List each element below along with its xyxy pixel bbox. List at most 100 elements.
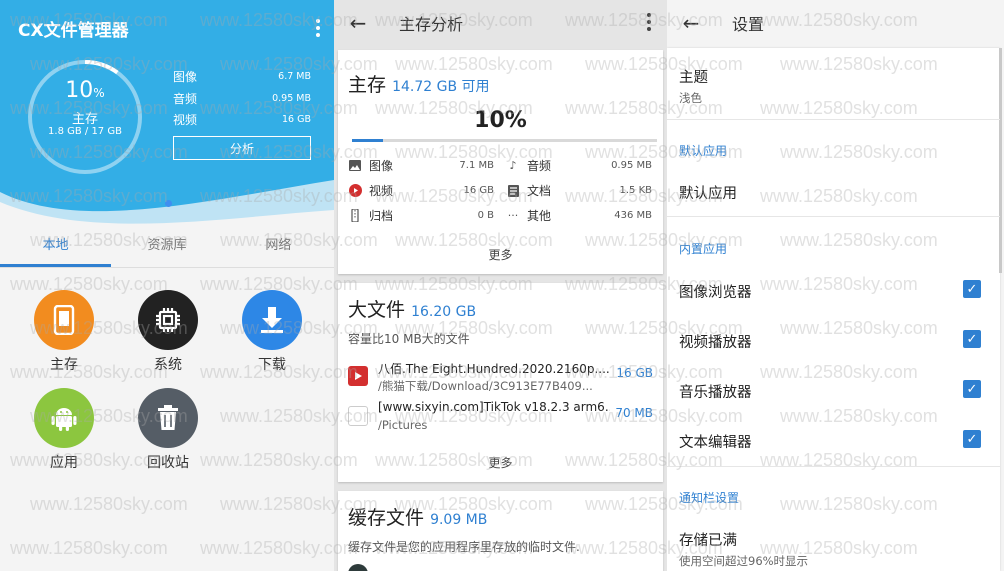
storage-label: 主存 [71,112,98,127]
setting-title: 文本编辑器 [679,435,752,451]
storage-percent: 10% [65,78,105,103]
setting-default-apps[interactable]: 默认应用 [679,182,989,203]
app-icon [348,564,368,571]
grid-item-main-storage[interactable]: 主存 [24,290,104,374]
blank-file-icon [348,406,368,426]
file-size: 70 MB [615,406,653,420]
analysis-toolbar: ← 主存分析 [346,0,666,46]
category-audio[interactable]: ♪ 音频 0.95 MB [506,157,652,174]
setting-music-player[interactable]: 音乐播放器 [679,381,989,402]
cache-subtitle: 缓存文件是您的应用程序里存放的临时文件. [348,540,580,554]
section-builtin-apps: 内置应用 [679,242,728,256]
setting-value: 浅色 [679,91,702,105]
grid-label: 回收站 [147,455,189,471]
file-path: /Pictures [378,418,428,432]
image-viewer-checkbox[interactable]: ✓ [963,280,981,298]
scrollbar[interactable] [999,48,1002,273]
storage-card-title: 主存 14.72 GB 可用 [348,74,490,96]
setting-video-player[interactable]: 视频播放器 [679,331,989,352]
category-video[interactable]: 视频 16 GB [348,182,494,199]
setting-storage-full[interactable]: 存储已满 使用空间超过96%时显示 [679,529,989,569]
document-icon [506,184,520,198]
grid-item-apps[interactable]: 应用 [24,388,104,472]
setting-title: 存储已满 [679,533,737,549]
setting-title: 图像浏览器 [679,285,752,301]
large-files-card: 大文件 16.20 GB 容量比10 MB大的文件 八佰.The Eight.H… [338,283,663,482]
android-icon [34,388,94,448]
storage-analysis: ← 主存分析 主存 14.72 GB 可用 10% 图像 7.1 MB ♪ 音频 0… [334,0,667,571]
divider [667,119,1000,120]
grid-item-system[interactable]: 系统 [128,290,208,374]
usage-percent: 10% [474,108,527,133]
tab-library[interactable]: 资源库 [111,230,222,267]
app-title: CX文件管理器 [18,21,129,41]
video-icon [348,184,362,198]
large-files-size: 16.20 GB [411,304,477,320]
video-player-checkbox[interactable]: ✓ [963,330,981,348]
tab-network[interactable]: 网络 [223,230,334,267]
screenshot-root: CX文件管理器 10% 主存 1.8 GB / 17 GB 图像 6.7 MB 音… [0,0,1004,571]
setting-title: 主题 [679,70,708,86]
music-player-checkbox[interactable]: ✓ [963,380,981,398]
stat-video: 视频 16 GB [173,113,311,127]
location-tabs: 本地 资源库 网络 [0,230,334,268]
setting-description: 使用空间超过96%时显示 [679,554,809,568]
category-documents[interactable]: 文档 1.5 KB [506,182,652,199]
file-path: /熊猫下载/Download/3C913E77B409... [378,379,593,393]
storage-card: 主存 14.72 GB 可用 10% 图像 7.1 MB ♪ 音频 0.95 MB … [338,50,663,274]
file-name: [www.sixyin.com]TikTok v18.2.3 arm6... [378,400,610,414]
file-size: 16 GB [616,366,653,380]
grid-label: 系统 [154,357,182,373]
stat-audio: 音频 0.95 MB [173,92,311,106]
back-arrow-icon[interactable]: ← [346,11,370,35]
page-title: 主存分析 [399,15,464,34]
grid-item-recycle-bin[interactable]: 回收站 [128,388,208,472]
text-editor-checkbox[interactable]: ✓ [963,430,981,448]
category-archives[interactable]: 归档 0 B [348,207,494,224]
download-icon [242,290,302,350]
category-images[interactable]: 图像 7.1 MB [348,157,494,174]
phone-icon [34,290,94,350]
image-icon [348,159,362,173]
file-name: 八佰.The Eight.Hundred.2020.2160p.... [378,362,610,376]
large-file-row[interactable]: 八佰.The Eight.Hundred.2020.2160p.... /熊猫下… [348,360,653,400]
back-arrow-icon[interactable]: ← [679,11,703,35]
setting-image-viewer[interactable]: 图像浏览器 [679,281,989,302]
divider [667,216,1000,217]
cache-card: 缓存文件 9.09 MB 缓存文件是您的应用程序里存放的临时文件. [338,491,663,571]
setting-title: 音乐播放器 [679,385,752,401]
overflow-menu-icon[interactable] [639,10,659,34]
setting-title: 默认应用 [679,186,737,202]
stat-images: 图像 6.7 MB [173,70,311,84]
large-files-more-button[interactable]: 更多 [338,454,663,471]
usage-progress-bar [352,139,657,142]
page-title: 设置 [732,15,765,34]
settings: ← 设置 主题 浅色 默认应用 默认应用 内置应用 图像浏览器 ✓ 视频播放器 … [667,0,1004,571]
large-files-title: 大文件 16.20 GB [348,299,477,321]
video-file-icon [348,366,368,386]
grid-label: 下载 [258,357,286,373]
grid-label: 主存 [50,357,78,373]
grid-label: 应用 [50,455,78,471]
file-manager-home: CX文件管理器 10% 主存 1.8 GB / 17 GB 图像 6.7 MB 音… [0,0,334,571]
more-horizontal-icon: ··· [507,209,519,222]
cache-title: 缓存文件 9.09 MB [348,507,488,529]
analyze-button[interactable]: 分析 [173,136,311,160]
large-file-row[interactable]: [www.sixyin.com]TikTok v18.2.3 arm6... /… [348,400,653,440]
overflow-menu-icon[interactable] [308,16,328,40]
grid-item-downloads[interactable]: 下载 [232,290,312,374]
cache-size: 9.09 MB [430,512,488,528]
settings-toolbar: ← 设置 [679,0,999,46]
archive-icon [348,209,362,223]
category-other[interactable]: ··· 其他 436 MB [506,207,652,224]
setting-title: 视频播放器 [679,335,752,351]
chip-icon [138,290,198,350]
tab-local[interactable]: 本地 [0,230,112,267]
setting-text-editor[interactable]: 文本编辑器 [679,431,989,452]
storage-more-button[interactable]: 更多 [338,246,663,263]
trash-icon [138,388,198,448]
large-files-subtitle: 容量比10 MB大的文件 [348,332,470,346]
setting-theme[interactable]: 主题 浅色 [679,66,989,106]
music-icon: ♪ [509,159,517,172]
divider [667,466,1000,467]
